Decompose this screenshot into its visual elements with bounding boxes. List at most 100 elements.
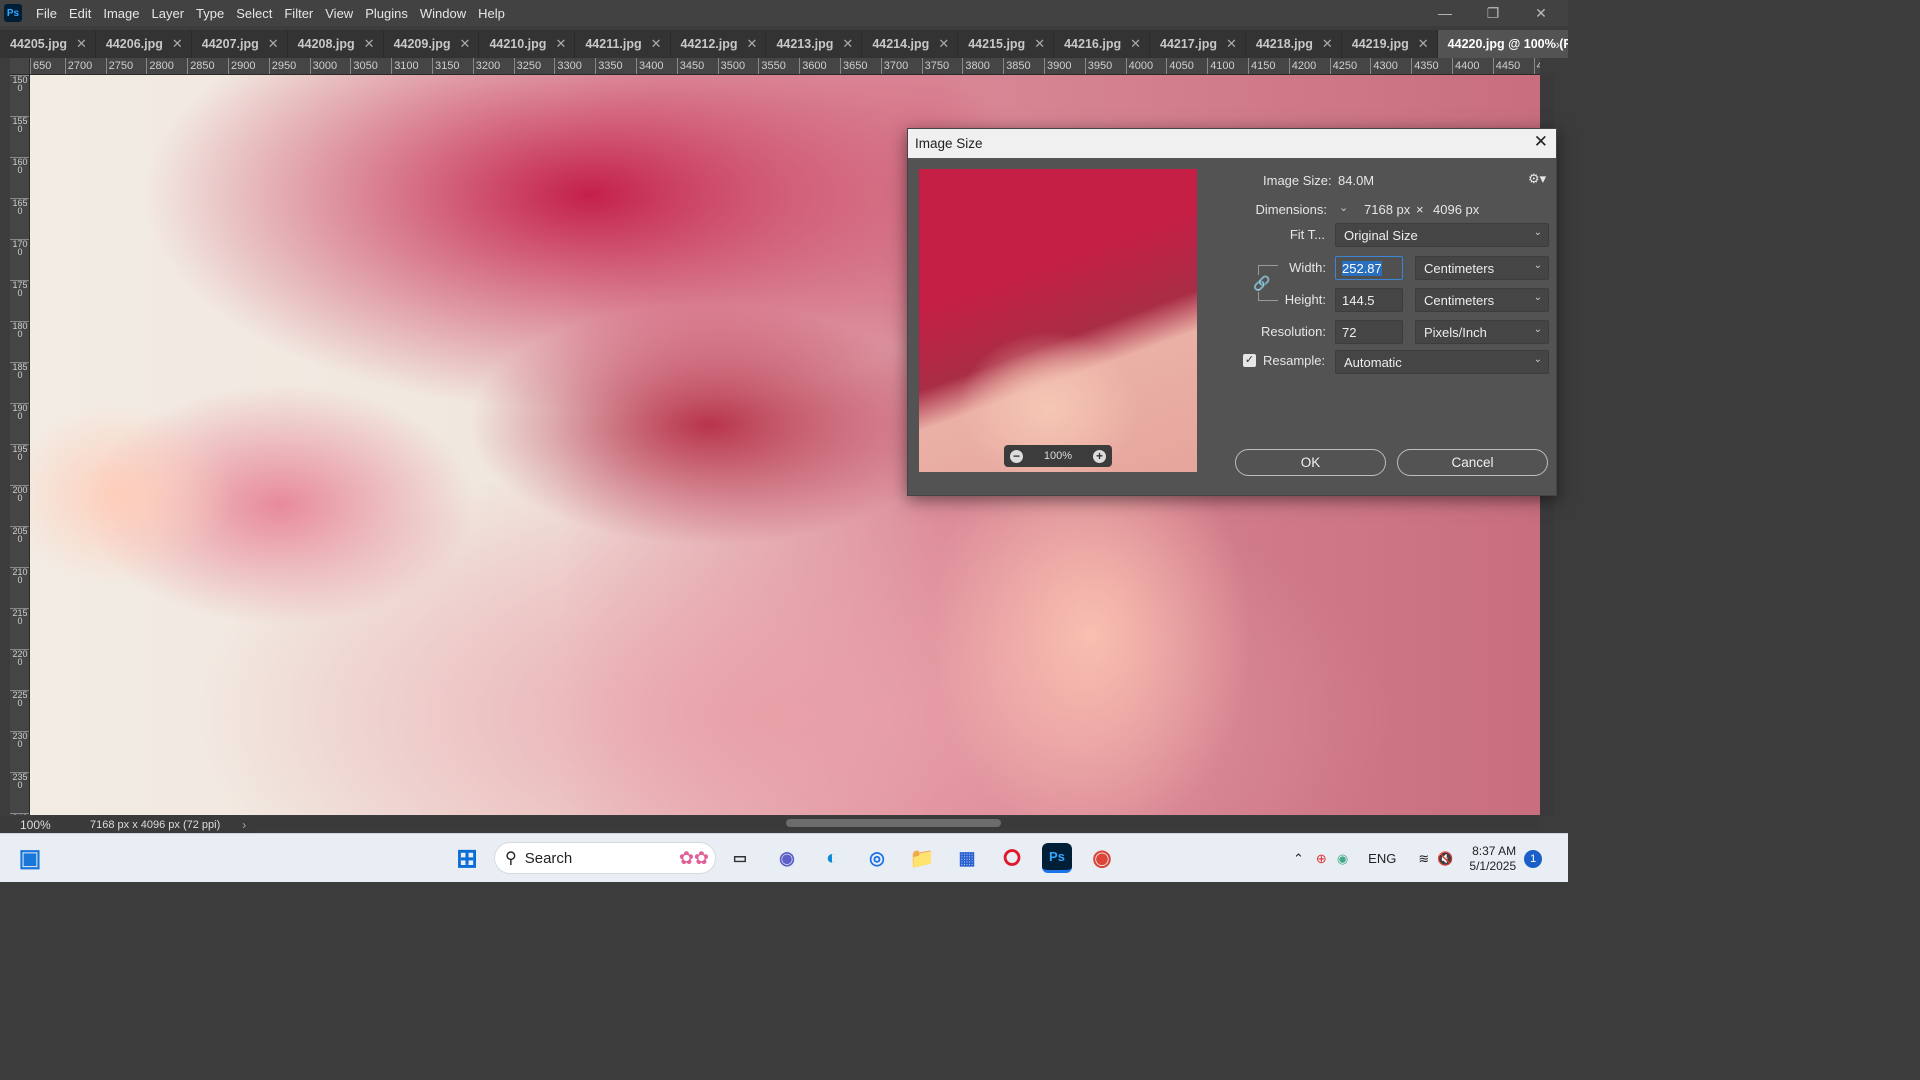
widgets-icon[interactable]: ▣ [15,843,45,873]
resample-select[interactable]: Automatic ⌄ [1335,350,1549,374]
tab-close-icon[interactable]: ✕ [1034,36,1045,52]
language-indicator[interactable]: ENG [1368,851,1396,866]
link-icon[interactable]: 🔗 [1253,275,1271,292]
zoom-level[interactable]: 100% [0,818,64,832]
notification-badge[interactable]: 1 [1524,849,1543,868]
document-tab[interactable]: 44212.jpg ✕ [671,30,767,58]
status-arrow-icon[interactable]: › [242,818,246,832]
dialog-title: Image Size [915,136,983,151]
menu-filter[interactable]: Filter [278,6,319,21]
task-view-icon[interactable]: ▭ [725,843,755,873]
tab-close-icon[interactable]: ✕ [172,36,183,52]
document-tab[interactable]: 44210.jpg ✕ [479,30,576,58]
document-tabs: 44205.jpg ✕ 44206.jpg ✕ 44207.jpg ✕ 44208.jpg ✕… [0,30,1568,58]
muted-speaker-icon[interactable]: 🔇 [1437,851,1453,867]
menu-window[interactable]: Window [414,6,472,21]
scroll-thumb[interactable] [786,819,1001,827]
fit-to-value: Original Size [1344,228,1418,243]
zoom-in-icon[interactable]: + [1092,449,1106,463]
document-tab[interactable]: 44209.jpg ✕ [384,30,480,58]
menu-image[interactable]: Image [97,6,145,21]
chevron-down-icon: ⌄ [1533,227,1542,238]
teams-icon[interactable]: ◉ [772,843,802,873]
tab-close-icon[interactable]: ✕ [460,36,471,52]
height-unit-select[interactable]: Centimeters ⌄ [1415,288,1549,312]
clock[interactable]: 8:37 AM 5/1/2025 [1469,844,1516,874]
ruler-tick-label: 4150 [1248,58,1275,74]
horizontal-ruler[interactable]: 650 2700 2750 2800 2850 2900 2950 3000 3050 3100 3… [30,58,1540,75]
more-tabs-icon[interactable]: » [1552,30,1560,58]
horizontal-scrollbar[interactable] [256,817,1540,829]
close-icon[interactable]: ✕ [1534,132,1548,152]
resolution-input[interactable]: 72 [1335,320,1403,344]
ruler-tick-label: 2150 [10,608,29,626]
tab-close-icon[interactable]: ✕ [1322,36,1333,52]
ok-button[interactable]: OK [1235,449,1386,476]
ruler-corner[interactable] [10,58,30,75]
document-tab[interactable]: 44216.jpg ✕ [1054,30,1150,58]
document-tab[interactable]: 44206.jpg ✕ [96,30,192,58]
menu-layer[interactable]: Layer [146,6,191,21]
width-unit-select[interactable]: Centimeters ⌄ [1415,256,1549,280]
document-tab[interactable]: 44219.jpg ✕ [1342,30,1438,58]
tab-close-icon[interactable]: ✕ [76,36,87,52]
fit-to-select[interactable]: Original Size ⌄ [1335,223,1549,247]
document-tab[interactable]: 44214.jpg ✕ [862,30,959,58]
image-preview[interactable]: − 100% + [919,169,1197,472]
tab-close-icon[interactable]: ✕ [1418,36,1429,52]
tab-close-icon[interactable]: ✕ [842,36,853,52]
tab-close-icon[interactable]: ✕ [555,36,566,52]
tab-close-icon[interactable]: ✕ [1226,36,1237,52]
edge-icon[interactable]: ◐ [817,843,847,873]
store-icon[interactable]: ▦ [952,843,982,873]
tab-close-icon[interactable]: ✕ [938,36,949,52]
tab-label: 44209.jpg [393,37,451,51]
menu-select[interactable]: Select [230,6,278,21]
minimize-icon[interactable]: — [1422,0,1468,26]
tab-close-icon[interactable]: ✕ [747,36,758,52]
document-tab[interactable]: 44208.jpg ✕ [288,30,384,58]
photoshop-icon[interactable]: Ps [1042,843,1072,873]
document-tab[interactable]: 44218.jpg ✕ [1246,30,1342,58]
document-tab[interactable]: 44207.jpg ✕ [192,30,288,58]
vpn-icon[interactable]: ⊕ [1316,851,1327,867]
document-tab[interactable]: 44220.jpg @ 100% (RGB/8#)✕ [1437,30,1568,58]
resample-checkbox[interactable]: ✓ [1243,354,1256,367]
windows-start-icon[interactable]: ⊞ [452,843,482,873]
file-explorer-icon[interactable]: 📁 [907,843,937,873]
menu-view[interactable]: View [319,6,359,21]
opera-icon[interactable]: ⭘ [997,843,1027,873]
dimensions-dropdown-icon[interactable]: ⌄ [1339,201,1348,214]
menu-plugins[interactable]: Plugins [359,6,414,21]
zoom-out-icon[interactable]: − [1010,449,1023,463]
taskbar-search[interactable]: ⚲ Search ✿✿ [494,842,716,874]
tab-close-icon[interactable]: ✕ [268,36,279,52]
document-tab[interactable]: 44211.jpg ✕ [575,30,671,58]
document-tab[interactable]: 44217.jpg ✕ [1150,30,1246,58]
wifi-icon[interactable]: ≋ [1418,851,1429,867]
menu-type[interactable]: Type [190,6,230,21]
close-window-icon[interactable]: ✕ [1518,0,1564,26]
restore-icon[interactable]: ❐ [1470,0,1516,26]
vertical-ruler[interactable]: 1500 1550 1600 1650 1700 1750 1800 1850 1900 1950… [10,75,30,815]
menu-file[interactable]: File [30,6,63,21]
cancel-button[interactable]: Cancel [1397,449,1548,476]
gear-icon[interactable]: ⚙▾ [1528,171,1546,187]
tab-close-icon[interactable]: ✕ [1130,36,1141,52]
document-tab[interactable]: 44215.jpg ✕ [958,30,1055,58]
resolution-unit-select[interactable]: Pixels/Inch ⌄ [1415,320,1549,344]
chevron-up-icon[interactable]: ⌃ [1293,851,1304,867]
menu-edit[interactable]: Edit [63,6,97,21]
ruler-tick-label: 3700 [880,58,908,74]
tab-close-icon[interactable]: ✕ [364,36,375,52]
network-globe-icon[interactable]: ◉ [1337,851,1348,867]
height-input[interactable]: 144.5 [1335,288,1403,312]
menu-help[interactable]: Help [472,6,511,21]
ruler-tick-label: 1650 [10,198,29,216]
document-tab[interactable]: 44205.jpg ✕ [0,30,96,58]
width-input[interactable]: 252.87 [1335,256,1403,280]
document-tab[interactable]: 44213.jpg ✕ [766,30,863,58]
chrome-icon[interactable]: ◉ [1087,843,1117,873]
tab-close-icon[interactable]: ✕ [651,36,662,52]
lens-icon[interactable]: ◎ [862,843,892,873]
